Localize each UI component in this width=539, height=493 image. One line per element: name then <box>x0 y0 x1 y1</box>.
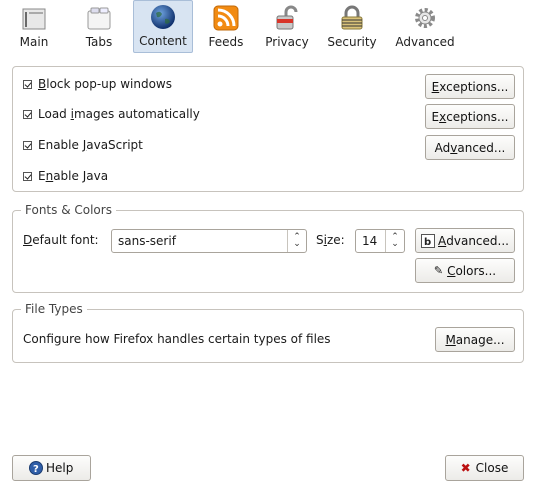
enable-java-checkbox[interactable] <box>23 171 32 181</box>
fonts-colors-group: Fonts & Colors Default font: sans-serif … <box>12 203 524 293</box>
close-button[interactable]: ✖ Close <box>445 455 524 481</box>
load-images-checkbox[interactable] <box>23 109 32 119</box>
font-size-value: 14 <box>362 234 378 248</box>
pencil-icon: ✎ <box>433 264 444 277</box>
block-popups-label: Block pop-up windows <box>38 77 172 91</box>
pane-toolbar: Main Tabs Content Feeds Privacy Security… <box>0 0 539 57</box>
label-part: avaScript <box>86 138 143 152</box>
default-font-value: sans-serif <box>118 234 176 248</box>
enable-javascript-option[interactable]: Enable JavaScript <box>23 138 143 152</box>
combo-arrows-icon: ⌃ ⌄ <box>287 230 306 252</box>
default-font-select[interactable]: sans-serif ⌃ ⌄ <box>111 229 307 253</box>
file-types-description: Configure how Firefox handles certain ty… <box>23 332 331 346</box>
tab-security[interactable]: Security <box>322 0 382 53</box>
security-lock-icon <box>341 5 363 30</box>
help-button[interactable]: ? Help <box>12 455 91 481</box>
tab-main-label: Main <box>19 35 49 49</box>
label-part: anced... <box>457 140 506 155</box>
colors-button[interactable]: ✎ Colors... <box>415 258 515 283</box>
main-icon <box>22 8 46 30</box>
tab-privacy[interactable]: Privacy <box>262 0 312 53</box>
label-part: Load <box>38 107 71 121</box>
font-size-select[interactable]: 14 ⌃ ⌄ <box>355 229 405 253</box>
lock-icon <box>276 5 298 30</box>
tab-feeds-label: Feeds <box>208 35 244 49</box>
enable-javascript-label: Enable JavaScript <box>38 138 143 152</box>
load-images-option[interactable]: Load images automatically <box>23 107 200 121</box>
tab-main[interactable]: Main <box>14 0 54 53</box>
images-exceptions-button[interactable]: Ex ceptions... <box>425 104 515 129</box>
fonts-advanced-button[interactable]: b Advanced... <box>415 228 515 253</box>
file-types-legend: File Types <box>21 302 87 316</box>
javascript-advanced-button[interactable]: Ad v anced... <box>425 135 515 160</box>
tab-advanced-label: Advanced <box>395 35 455 49</box>
label-part: olors... <box>455 263 497 278</box>
accel-key: E <box>431 79 440 94</box>
tab-tabs-label: Tabs <box>85 35 113 49</box>
content-options-group: Block pop-up windows Load images automat… <box>12 66 524 192</box>
accel-key: M <box>445 332 456 347</box>
load-images-label: Load images automatically <box>38 107 200 121</box>
block-popups-checkbox[interactable] <box>23 79 32 89</box>
accel-key: v <box>450 140 458 155</box>
label-part: Enable <box>38 138 83 152</box>
label-part: lock pop-up windows <box>46 77 172 91</box>
close-label: Close <box>475 461 509 475</box>
rss-icon <box>213 5 239 31</box>
label-part: S <box>316 233 324 247</box>
tab-feeds[interactable]: Feeds <box>204 0 248 53</box>
help-icon: ? <box>29 461 43 475</box>
label-part: mages automatically <box>73 107 200 121</box>
accel-key: C <box>447 263 456 278</box>
label-part: able Java <box>53 169 109 183</box>
tab-content-label: Content <box>139 34 187 48</box>
label-part: ceptions... <box>446 109 509 124</box>
gear-icon <box>415 8 435 28</box>
combo-arrows-icon: ⌃ ⌄ <box>385 230 404 252</box>
close-icon: ✖ <box>460 461 471 475</box>
size-label: Size: <box>316 233 345 247</box>
enable-java-label: Enable Java <box>38 169 108 183</box>
file-types-group: File Types Configure how Firefox handles… <box>12 302 524 363</box>
fonts-colors-legend: Fonts & Colors <box>21 203 116 217</box>
tab-tabs[interactable]: Tabs <box>78 0 120 53</box>
font-icon: b <box>421 233 436 248</box>
block-popups-option[interactable]: Block pop-up windows <box>23 77 172 91</box>
accel-key: D <box>23 233 33 247</box>
svg-text:?: ? <box>33 464 39 475</box>
globe-icon <box>151 5 175 29</box>
label-part: Ad <box>434 140 451 155</box>
enable-javascript-checkbox[interactable] <box>23 140 32 150</box>
popup-exceptions-button[interactable]: Exceptions... <box>425 74 515 99</box>
enable-java-option[interactable]: Enable Java <box>23 169 108 183</box>
help-label: Help <box>46 461 74 475</box>
tab-security-label: Security <box>327 35 377 49</box>
label-part: efault font: <box>32 233 99 247</box>
accel-key: A <box>438 233 447 248</box>
accel-key: x <box>439 109 447 124</box>
accel-key: B <box>38 77 47 91</box>
svg-text:b: b <box>424 237 431 248</box>
label-part: anage... <box>455 332 505 347</box>
tab-advanced[interactable]: Advanced <box>392 0 458 53</box>
label-part: E <box>38 169 46 183</box>
manage-button[interactable]: Manage... <box>435 327 515 352</box>
label-part: xceptions... <box>439 79 509 94</box>
tab-privacy-label: Privacy <box>265 35 309 49</box>
label-part: E <box>431 109 440 124</box>
tab-content[interactable]: Content <box>133 0 193 53</box>
label-part: dvanced... <box>446 233 509 248</box>
tabs-icon <box>87 7 111 30</box>
label-part: ze: <box>326 233 345 247</box>
default-font-label: Default font: <box>23 233 99 247</box>
